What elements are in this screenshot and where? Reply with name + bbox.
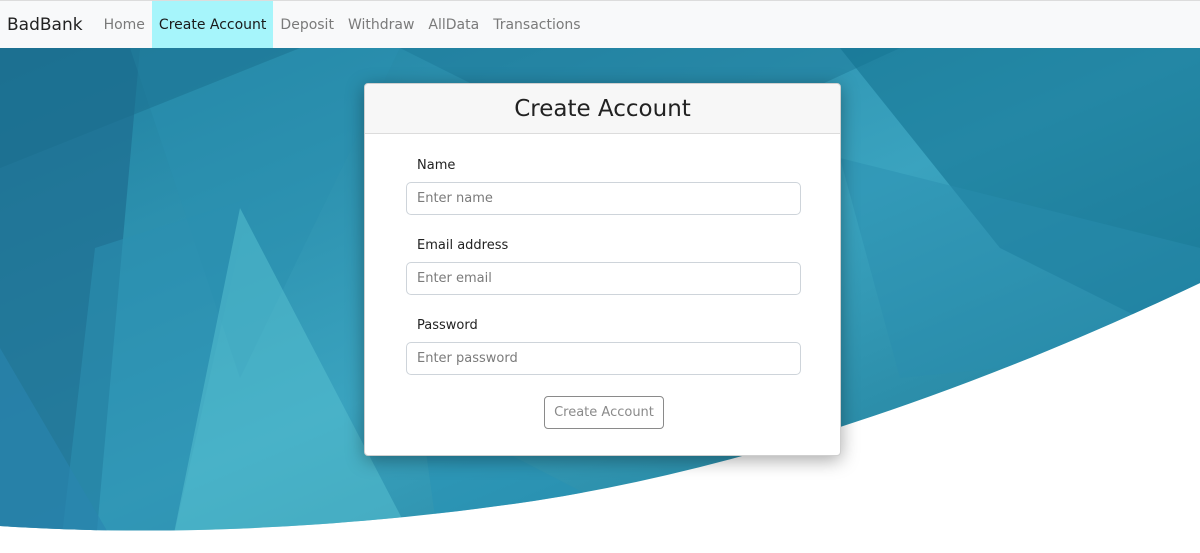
password-label: Password: [417, 318, 478, 333]
name-label: Name: [417, 158, 456, 173]
nav-item-home[interactable]: Home: [97, 1, 152, 48]
create-account-card: Create Account Name Email address Passwo…: [364, 83, 841, 456]
nav-item-create-account[interactable]: Create Account: [151, 1, 274, 48]
email-input[interactable]: [406, 262, 801, 295]
create-account-button[interactable]: Create Account: [544, 396, 664, 429]
nav-item-alldata[interactable]: AllData: [421, 1, 486, 48]
card-title: Create Account: [365, 84, 840, 134]
email-label: Email address: [417, 238, 509, 253]
nav-item-withdraw[interactable]: Withdraw: [341, 1, 421, 48]
password-input[interactable]: [406, 342, 801, 375]
brand-logo[interactable]: BadBank: [0, 1, 97, 48]
navbar: BadBank Home Create Account Deposit With…: [0, 0, 1200, 48]
name-input[interactable]: [406, 182, 801, 215]
nav-item-deposit[interactable]: Deposit: [273, 1, 341, 48]
nav-item-transactions[interactable]: Transactions: [486, 1, 587, 48]
